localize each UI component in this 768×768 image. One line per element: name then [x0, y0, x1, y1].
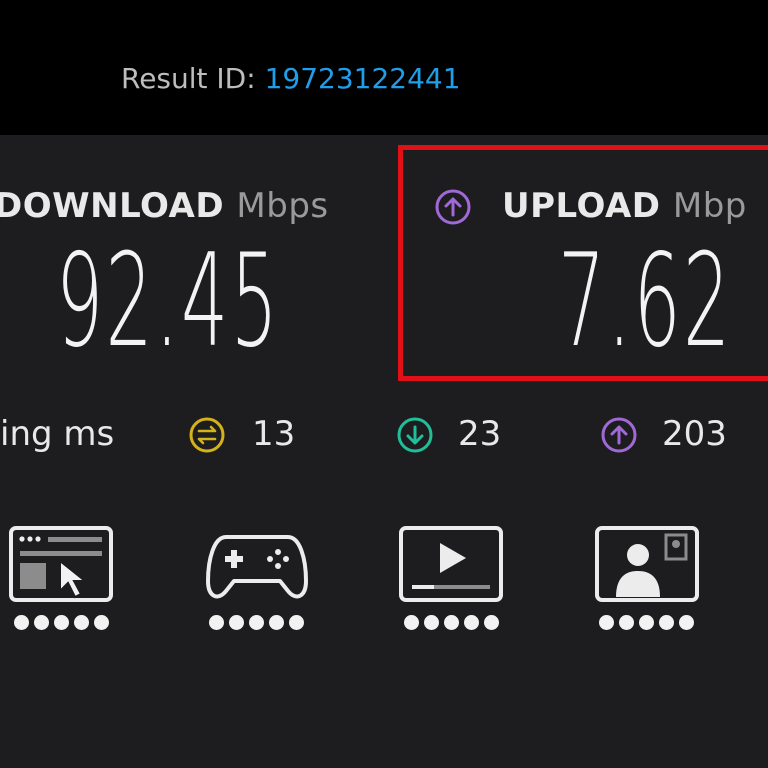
upload-value: 7.62	[558, 227, 733, 376]
ping-upload-icon	[601, 417, 637, 453]
rating-dot	[599, 615, 614, 630]
upload-icon	[435, 189, 471, 225]
download-value: 92.45	[56, 227, 281, 376]
web-browsing-rating	[14, 615, 109, 630]
result-id-label: Result ID:	[121, 62, 256, 95]
rating-dot	[639, 615, 654, 630]
upload-label: UPLOAD	[502, 186, 661, 226]
upload-unit: Mbp	[672, 186, 747, 226]
rating-dot	[289, 615, 304, 630]
video-streaming-icon	[399, 526, 503, 602]
download-label: DOWNLOAD	[0, 186, 225, 226]
ping-idle-value: 13	[252, 414, 296, 454]
rating-dot	[14, 615, 29, 630]
web-browsing-icon	[9, 526, 113, 602]
rating-dot	[229, 615, 244, 630]
download-unit: Mbps	[236, 186, 329, 226]
upload-heading: UPLOAD Mbp	[502, 186, 747, 226]
rating-dot	[94, 615, 109, 630]
rating-dot	[404, 615, 419, 630]
rating-dot	[249, 615, 264, 630]
video-streaming-rating	[404, 615, 499, 630]
rating-dot	[74, 615, 89, 630]
ping-download-icon	[397, 417, 433, 453]
gaming-controller-icon	[206, 535, 308, 599]
result-id-link[interactable]: 19723122441	[265, 62, 461, 95]
rating-dot	[269, 615, 284, 630]
ping-download-value: 23	[458, 414, 502, 454]
ping-label: ing ms	[0, 414, 115, 454]
ping-idle-icon	[189, 417, 225, 453]
rating-dot	[209, 615, 224, 630]
rating-dot	[34, 615, 49, 630]
rating-dot	[619, 615, 634, 630]
rating-dot	[54, 615, 69, 630]
rating-dot	[484, 615, 499, 630]
video-chat-icon	[595, 526, 699, 602]
rating-dot	[444, 615, 459, 630]
gaming-rating	[209, 615, 304, 630]
download-heading: DOWNLOAD Mbps	[0, 186, 329, 226]
video-chat-rating	[599, 615, 694, 630]
rating-dot	[679, 615, 694, 630]
rating-dot	[464, 615, 479, 630]
rating-dot	[424, 615, 439, 630]
result-id: Result ID: 19723122441	[121, 62, 461, 95]
rating-dot	[659, 615, 674, 630]
ping-upload-value: 203	[662, 414, 727, 454]
